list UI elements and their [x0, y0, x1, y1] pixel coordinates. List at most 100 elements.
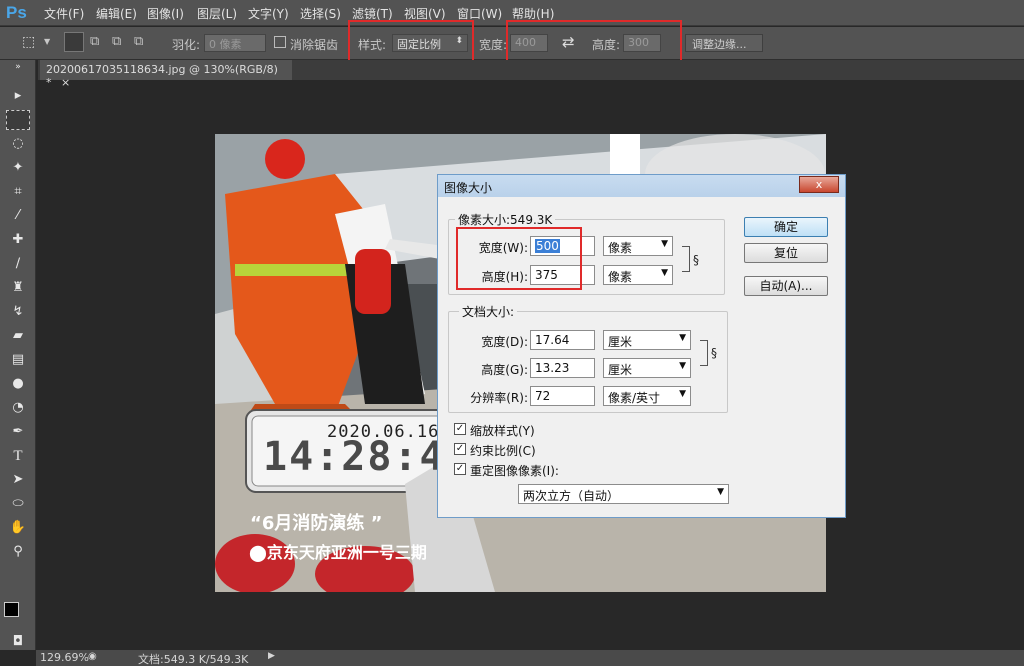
dodge-tool-icon[interactable]: ◔: [6, 398, 30, 418]
healing-brush-tool-icon[interactable]: ✚: [6, 230, 30, 250]
type-tool-icon[interactable]: T: [6, 446, 30, 466]
chevron-down-icon: ▼: [679, 361, 686, 371]
image-size-dialog: 图像大小 x 像素大小:549.3K 宽度(W): 500 像素 ▼ 高度(H):…: [437, 174, 846, 518]
photo-caption: “6月消防演练 ”: [250, 513, 383, 534]
reset-button[interactable]: 复位: [744, 243, 828, 263]
tools-panel: » ▸ ◌ ✦ ⌗ ⁄ ✚ ∕ ♜ ↯ ▰ ▤ ● ◔ ✒ T ➤ ⬭ ✋ ⚲ …: [0, 60, 36, 650]
gradient-tool-icon[interactable]: ▤: [6, 350, 30, 370]
chevron-down-icon[interactable]: ▼: [44, 37, 50, 46]
move-tool-icon[interactable]: ▸: [6, 86, 30, 106]
history-brush-tool-icon[interactable]: ↯: [6, 302, 30, 322]
pixel-dimensions-title: 像素大小:549.3K: [455, 211, 556, 228]
quick-mask-icon[interactable]: ◘: [6, 632, 30, 652]
resample-method-value: 两次立方（自动）: [523, 489, 620, 503]
menu-layer[interactable]: 图层(L): [197, 5, 237, 22]
brush-tool-icon[interactable]: ∕: [6, 254, 30, 274]
pixel-height-unit: 像素: [608, 270, 633, 284]
close-tab-icon[interactable]: ×: [61, 76, 70, 89]
resolution-unit-select[interactable]: 像素/英寸 ▼: [603, 386, 691, 406]
highlight-box-style: [348, 20, 474, 65]
ok-button[interactable]: 确定: [744, 217, 828, 237]
feather-input[interactable]: 0 像素: [204, 34, 266, 52]
blur-tool-icon[interactable]: ●: [6, 374, 30, 394]
path-selection-tool-icon[interactable]: ➤: [6, 470, 30, 490]
resample-checkbox[interactable]: ✓: [454, 463, 466, 475]
width-label: 宽度:: [479, 38, 508, 52]
pixel-width-unit-select[interactable]: 像素 ▼: [603, 236, 673, 256]
highlight-box-size: [506, 20, 682, 65]
document-tab-title: 20200617035118634.jpg @ 130%(RGB/8) *: [46, 63, 278, 89]
new-selection-icon[interactable]: [64, 32, 84, 52]
status-menu-icon[interactable]: ◉: [88, 651, 97, 662]
status-expand-icon[interactable]: ▶: [268, 651, 275, 661]
pixel-height-unit-select[interactable]: 像素 ▼: [603, 265, 673, 285]
chevron-down-icon: ▼: [661, 239, 668, 249]
doc-width-unit-select[interactable]: 厘米 ▼: [603, 330, 691, 350]
doc-width-input[interactable]: 17.64: [530, 330, 595, 350]
status-bar: 129.69% ◉ 文档:549.3 K/549.3K ▶: [36, 650, 1024, 666]
feather-label: 羽化:: [172, 38, 201, 52]
eyedropper-tool-icon[interactable]: ⁄: [6, 206, 30, 226]
location-pin-icon: ⬤: [249, 543, 267, 562]
menu-select[interactable]: 选择(S): [300, 5, 341, 22]
constrain-proportions-checkbox[interactable]: ✓: [454, 443, 466, 455]
dialog-title: 图像大小: [444, 181, 493, 195]
ellipse-tool-icon[interactable]: ⬭: [6, 494, 30, 514]
chevron-down-icon: ▼: [661, 268, 668, 278]
antialias-checkbox[interactable]: [274, 36, 286, 48]
chevron-down-icon: ▼: [679, 333, 686, 343]
doc-width-unit: 厘米: [608, 335, 633, 349]
marquee-tool-icon[interactable]: [6, 110, 30, 130]
antialias-label: 消除锯齿: [290, 38, 339, 52]
intersect-selection-icon[interactable]: ⧉: [134, 34, 143, 49]
menu-edit[interactable]: 编辑(E): [96, 5, 137, 22]
magic-wand-tool-icon[interactable]: ✦: [6, 158, 30, 178]
clone-stamp-tool-icon[interactable]: ♜: [6, 278, 30, 298]
refine-edge-button[interactable]: 调整边缘...: [685, 34, 763, 52]
subtract-selection-icon[interactable]: ⧉: [112, 34, 121, 49]
document-size-title: 文档大小:: [459, 303, 518, 320]
crop-tool-icon[interactable]: ⌗: [6, 182, 30, 202]
resample-method-select[interactable]: 两次立方（自动） ▼: [518, 484, 729, 504]
photo-time: 14:28:4: [263, 434, 446, 480]
doc-width-label: 宽度(D):: [481, 335, 528, 349]
pen-tool-icon[interactable]: ✒: [6, 422, 30, 442]
pixel-width-unit: 像素: [608, 241, 633, 255]
chevron-down-icon: ▼: [679, 389, 686, 399]
document-size-status: 文档:549.3 K/549.3K: [138, 653, 249, 666]
chevron-down-icon: ▼: [717, 487, 724, 497]
dialog-titlebar: 图像大小 x: [438, 175, 845, 197]
collapse-icon[interactable]: »: [6, 62, 30, 72]
highlight-box-pixels: [456, 227, 582, 290]
pixel-link-bracket: [682, 246, 690, 272]
doc-height-label: 高度(G):: [481, 363, 528, 377]
document-tab[interactable]: 20200617035118634.jpg @ 130%(RGB/8) * ×: [40, 60, 292, 89]
photoshop-window: { "app": {"logo": "Ps"}, "menu": ["文件(F)…: [0, 0, 1024, 666]
link-chain-icon: §: [693, 253, 699, 267]
link-chain-icon: §: [711, 346, 717, 360]
menu-file[interactable]: 文件(F): [44, 5, 84, 22]
doc-height-unit-select[interactable]: 厘米 ▼: [603, 358, 691, 378]
hand-tool-icon[interactable]: ✋: [6, 518, 30, 538]
eraser-tool-icon[interactable]: ▰: [6, 326, 30, 346]
zoom-level[interactable]: 129.69%: [40, 651, 89, 664]
scale-styles-checkbox[interactable]: ✓: [454, 423, 466, 435]
menu-image[interactable]: 图像(I): [147, 5, 184, 22]
add-selection-icon[interactable]: ⧉: [90, 34, 99, 49]
close-icon[interactable]: x: [799, 176, 839, 193]
document-tab-bar: 20200617035118634.jpg @ 130%(RGB/8) * ×: [38, 60, 1024, 89]
auto-button[interactable]: 自动(A)...: [744, 276, 828, 296]
photoshop-logo: Ps: [6, 3, 27, 22]
doc-height-unit: 厘米: [608, 363, 633, 377]
lasso-tool-icon[interactable]: ◌: [6, 134, 30, 154]
constrain-proportions-label: 约束比例(C): [470, 444, 536, 458]
resample-label: 重定图像像素(I):: [470, 464, 559, 478]
zoom-tool-icon[interactable]: ⚲: [6, 542, 30, 562]
foreground-color-swatch[interactable]: [4, 602, 19, 617]
menu-type[interactable]: 文字(Y): [248, 5, 289, 22]
scale-styles-label: 缩放样式(Y): [470, 424, 535, 438]
resolution-label: 分辨率(R):: [470, 391, 528, 405]
doc-height-input[interactable]: 13.23: [530, 358, 595, 378]
marquee-preset-icon[interactable]: ⬚: [22, 34, 35, 50]
resolution-input[interactable]: 72: [530, 386, 595, 406]
